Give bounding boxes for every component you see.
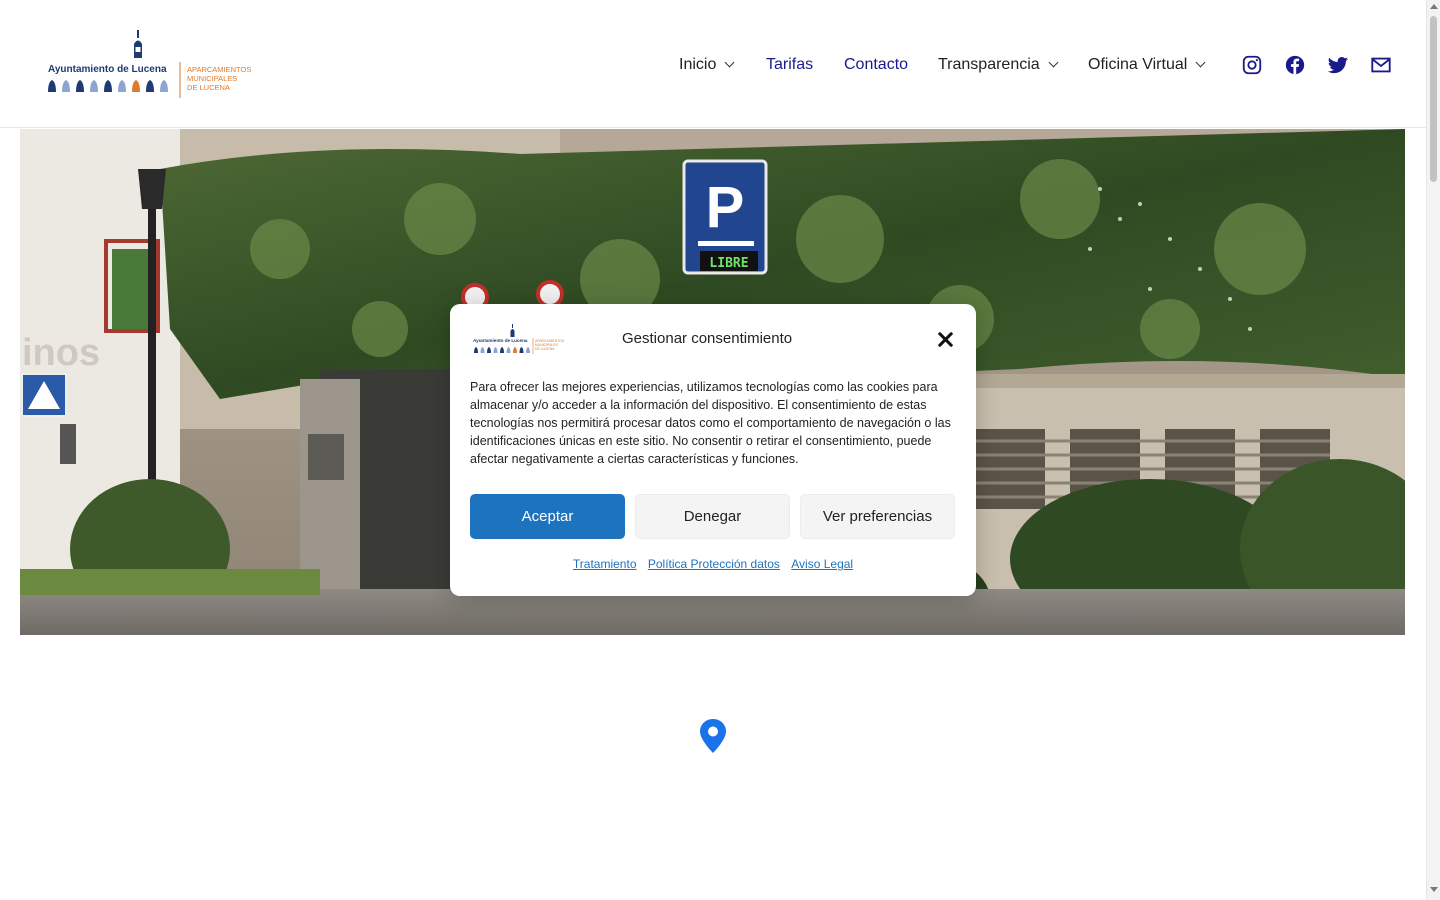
twitter-icon[interactable] <box>1327 54 1349 76</box>
instagram-icon[interactable] <box>1241 54 1263 76</box>
scrollbar-thumb[interactable] <box>1430 16 1437 182</box>
chevron-down-icon <box>1048 57 1059 68</box>
chevron-down-icon <box>1195 57 1206 68</box>
scrollbar[interactable] <box>1426 0 1440 900</box>
deny-button[interactable]: Denegar <box>635 494 790 539</box>
link-tratamiento[interactable]: Tratamiento <box>573 557 637 571</box>
close-icon[interactable] <box>934 329 956 351</box>
logo-subtitle-3: DE LUCENA <box>187 83 230 92</box>
scroll-up-arrow-icon[interactable] <box>1430 4 1438 9</box>
nav-item-label: Contacto <box>844 56 909 73</box>
chevron-down-icon <box>724 57 735 68</box>
nav-item-tarifas[interactable]: Tarifas <box>766 52 813 78</box>
consent-title: Gestionar consentimiento <box>622 330 793 347</box>
main-nav: Inicio Tarifas Contacto Transparencia Of… <box>0 52 1426 78</box>
site-header: Ayuntamiento de Lucena APARCAMIENTOS MUN… <box>0 0 1426 128</box>
nav-item-transparencia[interactable]: Transparencia <box>938 52 1059 78</box>
link-politica-proteccion-datos[interactable]: Política Protección datos <box>648 557 780 571</box>
facebook-icon[interactable] <box>1284 54 1306 76</box>
mail-icon[interactable] <box>1370 54 1392 76</box>
consent-body-text: Para ofrecer las mejores experiencias, u… <box>470 380 951 466</box>
nav-item-inicio[interactable]: Inicio <box>679 52 735 78</box>
logo-drops <box>48 80 168 92</box>
consent-links: Tratamiento Política Protección datos Av… <box>450 557 976 571</box>
cookie-consent-dialog: Ayuntamiento de Lucena APARCAMIENTOS MUN… <box>450 304 976 596</box>
accept-button[interactable]: Aceptar <box>470 494 625 539</box>
building-lettering: inos <box>22 332 100 374</box>
consent-logo: Ayuntamiento de Lucena APARCAMIENTOS MUN… <box>473 324 565 354</box>
parking-sign-status: LIBRE <box>709 256 748 271</box>
map-marker-icon[interactable] <box>698 718 728 754</box>
scroll-down-arrow-icon[interactable] <box>1430 887 1438 892</box>
nav-item-label: Oficina Virtual <box>1088 56 1188 73</box>
nav-item-label: Inicio <box>679 56 717 73</box>
link-aviso-legal[interactable]: Aviso Legal <box>791 557 853 571</box>
nav-item-contacto[interactable]: Contacto <box>844 52 908 78</box>
nav-item-label: Tarifas <box>766 56 814 73</box>
consent-logo-subtitle-3: DE LUCENA <box>535 347 555 351</box>
nav-item-oficina-virtual[interactable]: Oficina Virtual <box>1088 52 1206 78</box>
nav-item-label: Transparencia <box>938 56 1040 73</box>
parking-sign-letter: P <box>706 175 745 240</box>
consent-logo-title: Ayuntamiento de Lucena <box>473 338 528 343</box>
view-preferences-button[interactable]: Ver preferencias <box>800 494 955 539</box>
